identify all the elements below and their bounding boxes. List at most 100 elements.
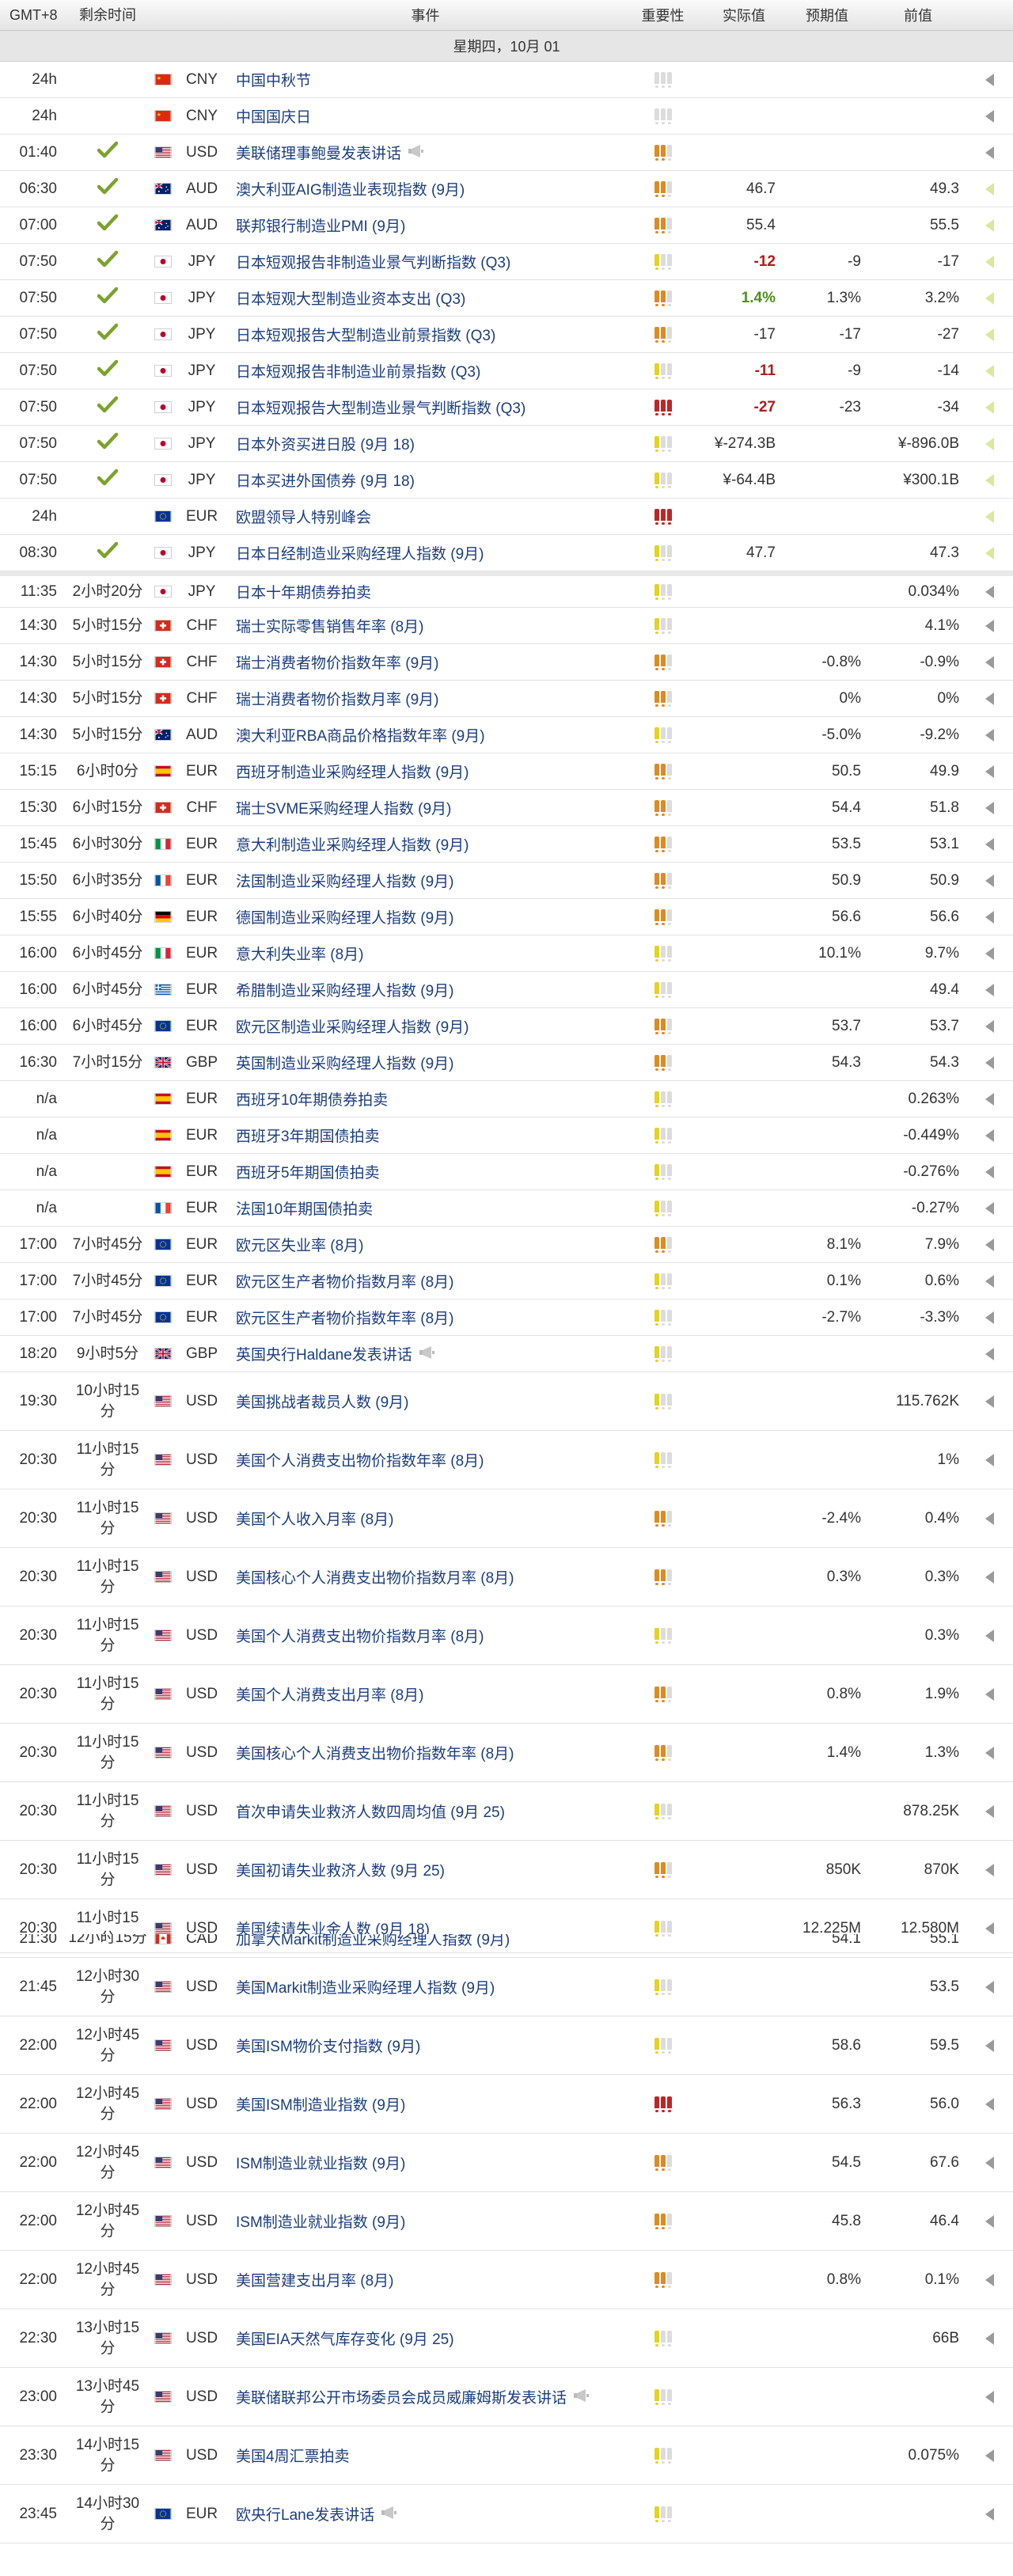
event-row[interactable]: 11:35 2小时20分 JPY 日本十年期债券拍卖 0.034%	[0, 571, 1013, 608]
event-link[interactable]: 欧盟领导人特别峰会	[236, 510, 371, 526]
event-row[interactable]: 07:50 JPY 日本外资买进日股 (9月 18) ¥-274.3B ¥-896.0B	[0, 426, 1013, 462]
event-row[interactable]: 14:30 5小时15分 AUD 澳大利亚RBA商品价格指数年率 (9月) -5.0% -…	[0, 717, 1013, 753]
expand-arrow-icon[interactable]	[985, 364, 994, 377]
event-row[interactable]: 20:30 11小时15 分 USD 美国初请失业救济人数 (9月 25) 850K 870…	[0, 1841, 1013, 1899]
expand-arrow-icon[interactable]	[985, 874, 994, 887]
event-row[interactable]: 01:40 USD 美联储理事鲍曼发表讲话	[0, 135, 1013, 171]
event-row[interactable]: 17:00 7小时45分 EUR 欧元区失业率 (8月) 8.1% 7.9%	[0, 1227, 1013, 1263]
event-link[interactable]: 中国国庆日	[236, 109, 311, 126]
event-link[interactable]: 意大利制造业采购经理人指数 (9月)	[236, 837, 469, 854]
event-row[interactable]: 07:00 AUD 联邦银行制造业PMI (9月) 55.4 55.5	[0, 207, 1013, 244]
event-row[interactable]: 20:30 11小时15 分 USD 美国个人消费支出物价指数年率 (8月) 1%	[0, 1431, 1013, 1489]
event-row[interactable]: 16:30 7小时15分 GBP 英国制造业采购经理人指数 (9月) 54.3 54.3	[0, 1045, 1013, 1081]
event-link[interactable]: ISM制造业就业指数 (9月)	[236, 2214, 405, 2231]
event-link[interactable]: 日本短观报告非制造业景气判断指数 (Q3)	[236, 255, 510, 271]
event-row[interactable]: n/a EUR 西班牙5年期国债拍卖 -0.276%	[0, 1154, 1013, 1190]
event-link[interactable]: 日本十年期债券拍卖	[236, 585, 371, 601]
event-row[interactable]: n/a EUR 法国10年期国债拍卖 -0.27%	[0, 1190, 1013, 1227]
expand-arrow-icon[interactable]	[985, 1629, 994, 1642]
event-link[interactable]: 联邦银行制造业PMI (9月)	[236, 218, 405, 235]
event-row[interactable]: 20:30 11小时15 分 USD 美国核心个人消费支出物价指数月率 (8月) 0.3%…	[0, 1548, 1013, 1607]
event-link[interactable]: 欧央行Lane发表讲话	[236, 2507, 374, 2524]
expand-arrow-icon[interactable]	[985, 619, 994, 632]
event-row[interactable]: 20:30 11小时15 分 USD 美国个人消费支出物价指数月率 (8月) 0.3%	[0, 1607, 1013, 1665]
expand-arrow-icon[interactable]	[985, 764, 994, 778]
event-row[interactable]: n/a EUR 西班牙10年期债券拍卖 0.263%	[0, 1081, 1013, 1117]
event-row[interactable]: 22:00 12小时45 分 USD 美国ISM制造业指数 (9月) 56.3 56.0	[0, 2075, 1013, 2134]
expand-arrow-icon[interactable]	[985, 728, 994, 742]
event-link[interactable]: 希腊制造业采购经理人指数 (9月)	[236, 983, 454, 1000]
event-link[interactable]: 美国EIA天然气库存变化 (9月 25)	[236, 2331, 454, 2348]
event-row[interactable]: 07:50 JPY 日本短观报告大型制造业景气判断指数 (Q3) -27 -23 -34	[0, 389, 1013, 426]
event-row[interactable]: 23:30 14小时15 分 USD 美国4周汇票拍卖 0.075%	[0, 2426, 1013, 2485]
event-link[interactable]: 英国央行Haldane发表讲话	[236, 1347, 412, 1364]
expand-arrow-icon[interactable]	[985, 109, 994, 123]
expand-arrow-icon[interactable]	[985, 910, 994, 924]
expand-arrow-icon[interactable]	[985, 1687, 994, 1701]
event-row[interactable]: 20:30 11小时15 分 USD 首次申请失业救济人数四周均值 (9月 25) 878…	[0, 1782, 1013, 1841]
expand-arrow-icon[interactable]	[985, 1201, 994, 1215]
expand-arrow-icon[interactable]	[985, 655, 994, 669]
event-row[interactable]: 07:50 JPY 日本买进外国债券 (9月 18) ¥-64.4B ¥300.1B	[0, 462, 1013, 499]
expand-arrow-icon[interactable]	[985, 73, 994, 86]
event-link[interactable]: 澳大利亚AIG制造业表现指数 (9月)	[236, 182, 465, 199]
event-link[interactable]: 美国个人消费支出月率 (8月)	[236, 1687, 424, 1704]
event-link[interactable]: 欧元区生产者物价指数月率 (8月)	[236, 1274, 454, 1291]
event-row[interactable]: 22:30 13小时15 分 USD 美国EIA天然气库存变化 (9月 25) 66B	[0, 2309, 1013, 2368]
expand-arrow-icon[interactable]	[985, 1453, 994, 1466]
event-link[interactable]: 美国个人消费支出物价指数月率 (8月)	[236, 1629, 484, 1645]
event-row[interactable]: 14:30 5小时15分 CHF 瑞士消费者物价指数月率 (9月) 0% 0%	[0, 681, 1013, 717]
event-link[interactable]: 美国ISM物价支付指数 (9月)	[236, 2039, 420, 2055]
expand-arrow-icon[interactable]	[985, 255, 994, 268]
event-row[interactable]: 21:45 12小时30 分 USD 美国Markit制造业采购经理人指数 (9月) 53…	[0, 1958, 1013, 2016]
expand-arrow-icon[interactable]	[985, 2273, 994, 2286]
event-link[interactable]: 日本日经制造业采购经理人指数 (9月)	[236, 546, 484, 563]
event-link[interactable]: 美国核心个人消费支出物价指数年率 (8月)	[236, 1746, 514, 1762]
expand-arrow-icon[interactable]	[985, 692, 994, 705]
event-row[interactable]: 15:45 6小时30分 EUR 意大利制造业采购经理人指数 (9月) 53.5 53.1	[0, 826, 1013, 863]
event-link[interactable]: 瑞士实际零售销售年率 (8月)	[236, 619, 424, 635]
event-link[interactable]: 中国中秋节	[236, 73, 311, 89]
expand-arrow-icon[interactable]	[985, 473, 994, 487]
expand-arrow-icon[interactable]	[985, 1394, 994, 1408]
expand-arrow-icon[interactable]	[985, 1274, 994, 1288]
event-row[interactable]: 23:45 14小时30 分 EUR 欧央行Lane发表讲话	[0, 2485, 1013, 2544]
event-link[interactable]: 欧元区生产者物价指数年率 (8月)	[236, 1311, 454, 1327]
expand-arrow-icon[interactable]	[985, 1019, 994, 1033]
expand-arrow-icon[interactable]	[985, 585, 994, 598]
expand-arrow-icon[interactable]	[985, 291, 994, 305]
expand-arrow-icon[interactable]	[985, 182, 994, 195]
expand-arrow-icon[interactable]	[985, 801, 994, 814]
overlapping-row[interactable]: 21:30 12小时15分 CAD 加拿大Markit制造业采购经理人指数 (9…	[0, 1934, 1013, 1953]
event-row[interactable]: 06:30 AUD 澳大利亚AIG制造业表现指数 (9月) 46.7 49.3	[0, 171, 1013, 207]
expand-arrow-icon[interactable]	[985, 1980, 994, 1994]
expand-arrow-icon[interactable]	[985, 1863, 994, 1876]
event-link[interactable]: 德国制造业采购经理人指数 (9月)	[236, 910, 454, 927]
event-row[interactable]: 16:00 6小时45分 EUR 希腊制造业采购经理人指数 (9月) 49.4	[0, 972, 1013, 1008]
expand-arrow-icon[interactable]	[985, 983, 994, 996]
event-link[interactable]: 日本短观报告非制造业前景指数 (Q3)	[236, 364, 480, 381]
event-row[interactable]: 22:00 12小时45 分 USD 美国ISM物价支付指数 (9月) 58.6 59.5	[0, 2016, 1013, 2075]
event-link[interactable]: 法国制造业采购经理人指数 (9月)	[236, 874, 454, 890]
event-row[interactable]: 22:00 12小时45 分 USD ISM制造业就业指数 (9月) 54.5 67.6	[0, 2134, 1013, 2192]
expand-arrow-icon[interactable]	[985, 1922, 994, 1935]
event-link[interactable]: 美国个人消费支出物价指数年率 (8月)	[236, 1453, 484, 1470]
event-link[interactable]: 美国初请失业救济人数 (9月 25)	[236, 1863, 445, 1880]
event-row[interactable]: 15:30 6小时15分 CHF 瑞士SVME采购经理人指数 (9月) 54.4 51.8	[0, 790, 1013, 826]
expand-arrow-icon[interactable]	[985, 400, 994, 414]
expand-arrow-icon[interactable]	[985, 2097, 994, 2111]
event-row[interactable]: 14:30 5小时15分 CHF 瑞士消费者物价指数年率 (9月) -0.8% -0.9%	[0, 644, 1013, 681]
event-link[interactable]: 美国挑战者裁员人数 (9月)	[236, 1394, 409, 1411]
event-link[interactable]: 瑞士SVME采购经理人指数 (9月)	[236, 801, 451, 818]
expand-arrow-icon[interactable]	[985, 1804, 994, 1818]
expand-arrow-icon[interactable]	[985, 2449, 994, 2462]
event-link[interactable]: 西班牙5年期国债拍卖	[236, 1165, 380, 1182]
expand-arrow-icon[interactable]	[985, 1129, 994, 1142]
event-link[interactable]: ISM制造业就业指数 (9月)	[236, 2156, 405, 2172]
expand-arrow-icon[interactable]	[985, 328, 994, 341]
event-row[interactable]: n/a EUR 西班牙3年期国债拍卖 -0.449%	[0, 1117, 1013, 1154]
expand-arrow-icon[interactable]	[985, 1238, 994, 1251]
expand-arrow-icon[interactable]	[985, 1165, 994, 1178]
event-row[interactable]: 07:50 JPY 日本短观报告非制造业景气判断指数 (Q3) -12 -9 -17	[0, 244, 1013, 280]
event-row[interactable]: 07:50 JPY 日本短观报告大型制造业前景指数 (Q3) -17 -17 -27	[0, 317, 1013, 353]
